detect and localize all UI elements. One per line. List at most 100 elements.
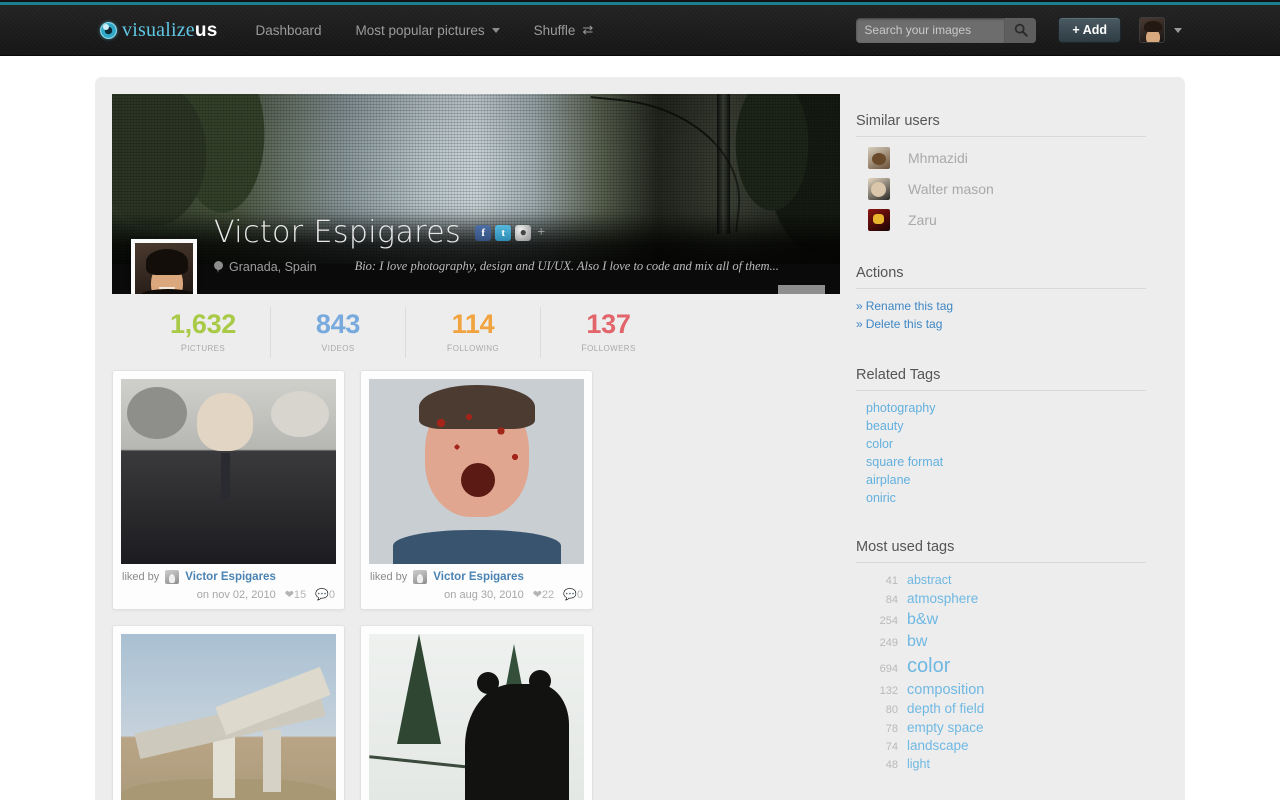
search-box[interactable] [856,17,1037,43]
related-tag-item[interactable]: photography [866,401,1146,415]
delete-tag-link[interactable]: » Delete this tag [856,317,1146,331]
search-button[interactable] [1004,17,1037,43]
user-avatar-icon [868,147,890,169]
most-used-tag-item[interactable]: 80 depth of field [856,701,1146,718]
related-tag-item[interactable]: square format [866,455,1146,469]
chevron-double-right-icon: » [856,299,863,313]
related-tag-item[interactable]: color [866,437,1146,451]
photo-card-meta: on nov 02, 2010 ❤15 💬0 [122,588,335,602]
tag-name[interactable]: empty space [907,720,984,737]
user-avatar-icon [868,178,890,200]
liker-name[interactable]: Victor Espigares [185,571,276,583]
grid-view-ribbon-button[interactable] [778,285,825,294]
main-column: Victor Espigares f t ● + Granada, Spain … [112,94,840,800]
photo-thumbnail[interactable] [369,379,584,564]
similar-user-item[interactable]: Walter mason [856,178,1146,200]
stat-videos[interactable]: 843 Videos [271,306,406,358]
social-links: f t ● + [475,224,547,241]
most-used-tag-item[interactable]: 249 bw [856,632,1146,652]
nav-links: Dashboard Most popular pictures Shuffle … [255,22,627,38]
comment-bubble-icon: 💬 [563,589,577,601]
most-used-tag-item[interactable]: 48 light [856,757,1146,773]
rename-tag-link[interactable]: » Rename this tag [856,299,1146,313]
stat-followers[interactable]: 137 Followers [541,307,676,358]
add-button[interactable]: + Add [1058,17,1121,43]
avatar-body [141,289,193,294]
most-used-tag-item[interactable]: 41 abstract [856,573,1146,589]
most-used-tag-item[interactable]: 254 b&w [856,610,1146,630]
photo-card[interactable]: liked by Victor Espigares on nov 02, 201… [112,370,345,610]
similar-user-name: Mhmazidi [908,150,968,166]
user-menu-chevron-down-icon[interactable] [1174,27,1182,33]
content-shell: Victor Espigares f t ● + Granada, Spain … [95,77,1185,800]
main-navbar: visualizeus Dashboard Most popular pictu… [0,5,1280,56]
tag-name[interactable]: depth of field [907,701,984,718]
liked-by-label: liked by [370,571,408,583]
photo-card[interactable]: liked by Victor Espigares on aug 30, 201… [360,370,593,610]
tag-count: 254 [879,614,898,627]
tag-name[interactable]: composition [907,681,984,699]
tag-name[interactable]: atmosphere [907,591,978,608]
nav-item-shuffle[interactable]: Shuffle ⇄ [534,22,594,38]
tag-name[interactable]: bw [907,632,927,652]
user-avatar-icon[interactable] [1139,17,1165,43]
liked-by-label: liked by [122,571,160,583]
add-social-icon[interactable]: + [535,225,547,241]
most-used-tag-item[interactable]: 84 atmosphere [856,591,1146,608]
most-used-tag-item[interactable]: 132 composition [856,681,1146,699]
nav-item-dashboard[interactable]: Dashboard [255,23,321,38]
liked-by-row: liked by Victor Espigares [370,570,583,584]
nav-item-dashboard-label: Dashboard [255,22,322,38]
twitter-icon[interactable]: t [495,224,512,241]
photo-grid: liked by Victor Espigares on nov 02, 201… [112,370,840,800]
likes-count: ❤22 [532,589,555,601]
tag-name[interactable]: abstract [907,573,951,589]
photo-thumbnail[interactable] [121,634,336,800]
tag-name[interactable]: color [907,654,950,679]
site-logo[interactable]: visualizeus [100,19,217,42]
tag-count: 249 [879,636,898,649]
most-used-tags-section: Most used tags 41 abstract 84 atmosphere… [856,539,1146,773]
website-globe-icon[interactable]: ● [515,224,532,241]
logo-text-primary: visualize [122,18,195,41]
similar-user-item[interactable]: Mhmazidi [856,147,1146,169]
photo-thumbnail[interactable] [121,379,336,564]
stat-videos-label: Videos [321,338,355,354]
related-tag-item[interactable]: airplane [866,473,1146,487]
tag-count: 80 [885,703,898,716]
search-input[interactable] [856,17,1005,43]
most-used-tag-item[interactable]: 78 empty space [856,720,1146,737]
stat-following[interactable]: 114 Following [406,306,541,358]
liked-by-row: liked by Victor Espigares [122,570,335,584]
similar-user-item[interactable]: Zaru [856,209,1146,231]
tag-name[interactable]: landscape [907,738,969,755]
similar-users-title: Similar users [856,113,1146,137]
most-used-tag-item[interactable]: 694 color [856,654,1146,679]
likes-count: ❤15 [284,589,307,601]
tag-count: 41 [885,575,898,587]
related-tag-item[interactable]: beauty [866,419,1146,433]
tag-count: 78 [885,722,898,735]
chevron-double-right-icon: » [856,317,863,331]
nav-item-most-popular-pictures-label: Most popular pictures [355,22,485,38]
nav-item-most-popular-pictures[interactable]: Most popular pictures [356,23,500,38]
stat-followers-label: Followers [581,338,636,354]
photo-thumbnail[interactable] [369,634,584,800]
tag-name[interactable]: b&w [907,610,938,630]
tag-name[interactable]: light [907,757,930,773]
photo-card[interactable] [360,625,593,800]
liker-avatar [165,570,180,584]
avatar[interactable] [131,239,197,294]
photo-card[interactable]: liked by Victor Espigares on jun 22, 201… [112,625,345,800]
stat-videos-value: 843 [315,308,361,339]
stat-pictures[interactable]: 1,632 Pictures [136,306,271,358]
stat-pictures-value: 1,632 [169,308,237,339]
facebook-icon[interactable]: f [475,224,492,241]
liker-name[interactable]: Victor Espigares [433,571,524,583]
related-tag-item[interactable]: oniric [866,491,1146,505]
photo-date: on aug 30, 2010 [444,588,524,601]
profile-meta-row: Granada, Spain Bio: I love photography, … [214,259,779,274]
most-used-tag-item[interactable]: 74 landscape [856,738,1146,755]
actions-title: Actions [856,265,1146,289]
profile-location: Granada, Spain [229,259,317,274]
